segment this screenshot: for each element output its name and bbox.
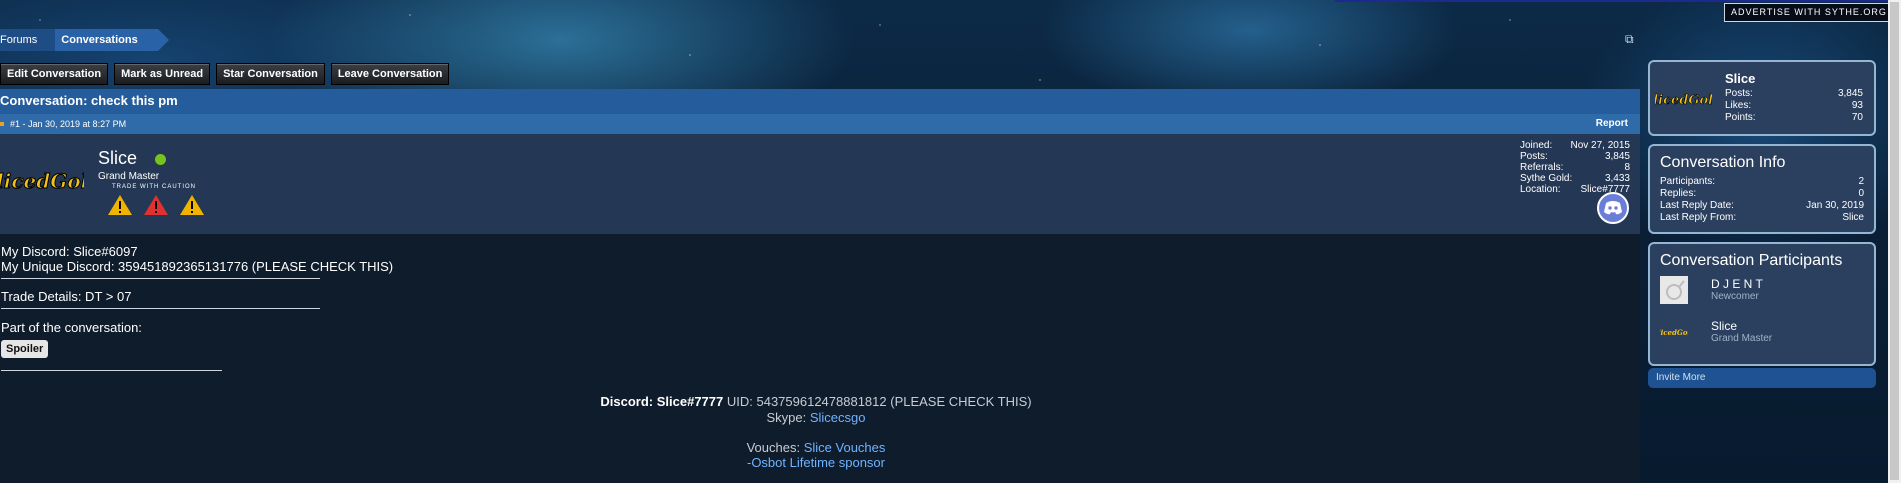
stat-row: Posts: 3,845	[1520, 151, 1630, 162]
expand-icon[interactable]: ⧉	[1625, 33, 1637, 45]
poster-avatar[interactable]: SlicedGold	[0, 144, 84, 224]
warning-yellow-icon	[108, 195, 132, 215]
edit-conversation-button[interactable]: Edit Conversation	[0, 63, 109, 85]
signature-divider	[1, 370, 222, 371]
message-header: #1 - Jan 30, 2019 at 8:27 PM Report	[0, 114, 1640, 134]
signature-vouches-line: Vouches: Slice Vouches	[0, 440, 1632, 455]
top-banner-strip	[1335, 0, 1890, 2]
participant-item[interactable]: SlicedGold Slice Grand Master	[1660, 318, 1864, 354]
message-line: My Discord: Slice#6097	[1, 244, 138, 259]
signature-vouches-label: Vouches:	[746, 440, 801, 455]
online-status-icon	[155, 154, 166, 165]
info-row: Last Reply From: Slice	[1660, 212, 1864, 223]
poster-stats: Joined: Nov 27, 2015 Posts: 3,845 Referral…	[1520, 140, 1630, 195]
signature-discord-line: Discord: Slice#7777 UID: 543759612478881…	[0, 394, 1632, 409]
stat-row: Posts: 3,845	[1725, 88, 1863, 99]
message-line: My Unique Discord: 359451892365131776 (P…	[1, 259, 394, 274]
breadcrumb-conversations[interactable]: Conversations	[55, 29, 170, 51]
conversation-actions: Edit Conversation Mark as Unread Star Co…	[0, 63, 450, 85]
visitor-stats: Posts: 3,845 Likes: 93 Points: 70	[1725, 88, 1863, 124]
divider	[1, 308, 320, 309]
participant-avatar[interactable]: SlicedGold	[1660, 318, 1688, 346]
visitor-avatar[interactable]: SlicedGold	[1655, 72, 1712, 128]
breadcrumb: Forums Conversations	[0, 29, 170, 51]
participant-rank: Grand Master	[1711, 333, 1773, 344]
page-scrollbar[interactable]	[1888, 0, 1901, 483]
signature-sponsor[interactable]: -Osbot Lifetime sponsor	[0, 455, 1632, 470]
stat-row: Sythe Gold: 3,433	[1520, 173, 1630, 184]
poster-rank: Grand Master	[98, 171, 160, 182]
stat-row: Joined: Nov 27, 2015	[1520, 140, 1630, 151]
poster-name[interactable]: Slice	[98, 148, 137, 169]
visitor-panel: SlicedGold Slice Posts:3,845 Likes:93 Po…	[1648, 60, 1876, 136]
caution-label: TRADE WITH CAUTION	[112, 184, 196, 190]
conversation-part-label: Part of the conversation:	[1, 320, 142, 335]
star-conversation-button[interactable]: Star Conversation	[216, 63, 325, 85]
conversation-info-panel: Conversation Info Participants: 2 Replies…	[1648, 144, 1876, 234]
visitor-avatar-logo-text: SlicedGold	[1655, 93, 1712, 108]
info-row: Participants: 2	[1660, 176, 1864, 187]
info-row: Last Reply Date: Jan 30, 2019	[1660, 200, 1864, 211]
participant-rank: Newcomer	[1711, 291, 1759, 302]
warning-red-icon	[144, 195, 168, 215]
participant-avatar-logo-text: SlicedGold	[1660, 328, 1688, 337]
signature-skype-label: Skype:	[766, 410, 807, 425]
participant-name[interactable]: D J E N T	[1711, 277, 1763, 291]
advertise-link[interactable]: ADVERTISE WITH SYTHE.ORG	[1724, 3, 1894, 22]
invite-more-button[interactable]: Invite More	[1648, 368, 1876, 388]
stat-row: Likes: 93	[1725, 100, 1863, 111]
signature-discord: Discord: Slice#7777	[600, 394, 724, 409]
mark-unread-button[interactable]: Mark as Unread	[114, 63, 211, 85]
new-indicator-icon	[0, 122, 4, 126]
conversation-participants-panel: Conversation Participants D J E N T Newc…	[1648, 242, 1876, 366]
avatar-logo-text: SlicedGold	[0, 169, 84, 193]
stat-row: Points: 70	[1725, 112, 1863, 123]
signature-skype-line: Skype: Slicecsgo	[0, 410, 1632, 425]
vouches-link[interactable]: Slice Vouches	[804, 440, 886, 455]
conversation-main: Conversation: check this pm #1 - Jan 30,…	[0, 89, 1640, 483]
leave-conversation-button[interactable]: Leave Conversation	[330, 63, 450, 85]
sidebar: SlicedGold Slice Posts:3,845 Likes:93 Po…	[1648, 60, 1876, 388]
warning-yellow-icon	[180, 195, 204, 215]
participants-title: Conversation Participants	[1660, 252, 1843, 269]
participant-item[interactable]: D J E N T Newcomer	[1660, 276, 1864, 312]
conversation-info-title: Conversation Info	[1660, 154, 1786, 171]
discord-icon[interactable]	[1597, 192, 1629, 224]
trade-details: Trade Details: DT > 07	[1, 289, 132, 304]
report-link[interactable]: Report	[1596, 114, 1628, 134]
participant-name[interactable]: Slice	[1711, 319, 1737, 333]
poster-info-bar: SlicedGold Slice Grand Master TRADE WITH…	[0, 134, 1640, 234]
stat-row: Referrals: 8	[1520, 162, 1630, 173]
message-meta[interactable]: #1 - Jan 30, 2019 at 8:27 PM	[10, 114, 126, 134]
spoiler-button[interactable]: Spoiler	[1, 340, 49, 358]
info-row: Replies: 0	[1660, 188, 1864, 199]
divider	[1, 278, 320, 279]
default-avatar-icon[interactable]	[1660, 276, 1688, 304]
visitor-name[interactable]: Slice	[1725, 71, 1755, 86]
skype-link[interactable]: Slicecsgo	[810, 410, 866, 425]
signature-uid: UID: 543759612478881812 (PLEASE CHECK TH…	[726, 394, 1032, 409]
breadcrumb-forums[interactable]: Forums	[0, 29, 56, 51]
scrollbar-thumb[interactable]	[1890, 2, 1899, 480]
page-title: Conversation: check this pm	[0, 89, 1640, 114]
warning-badges	[107, 194, 205, 216]
